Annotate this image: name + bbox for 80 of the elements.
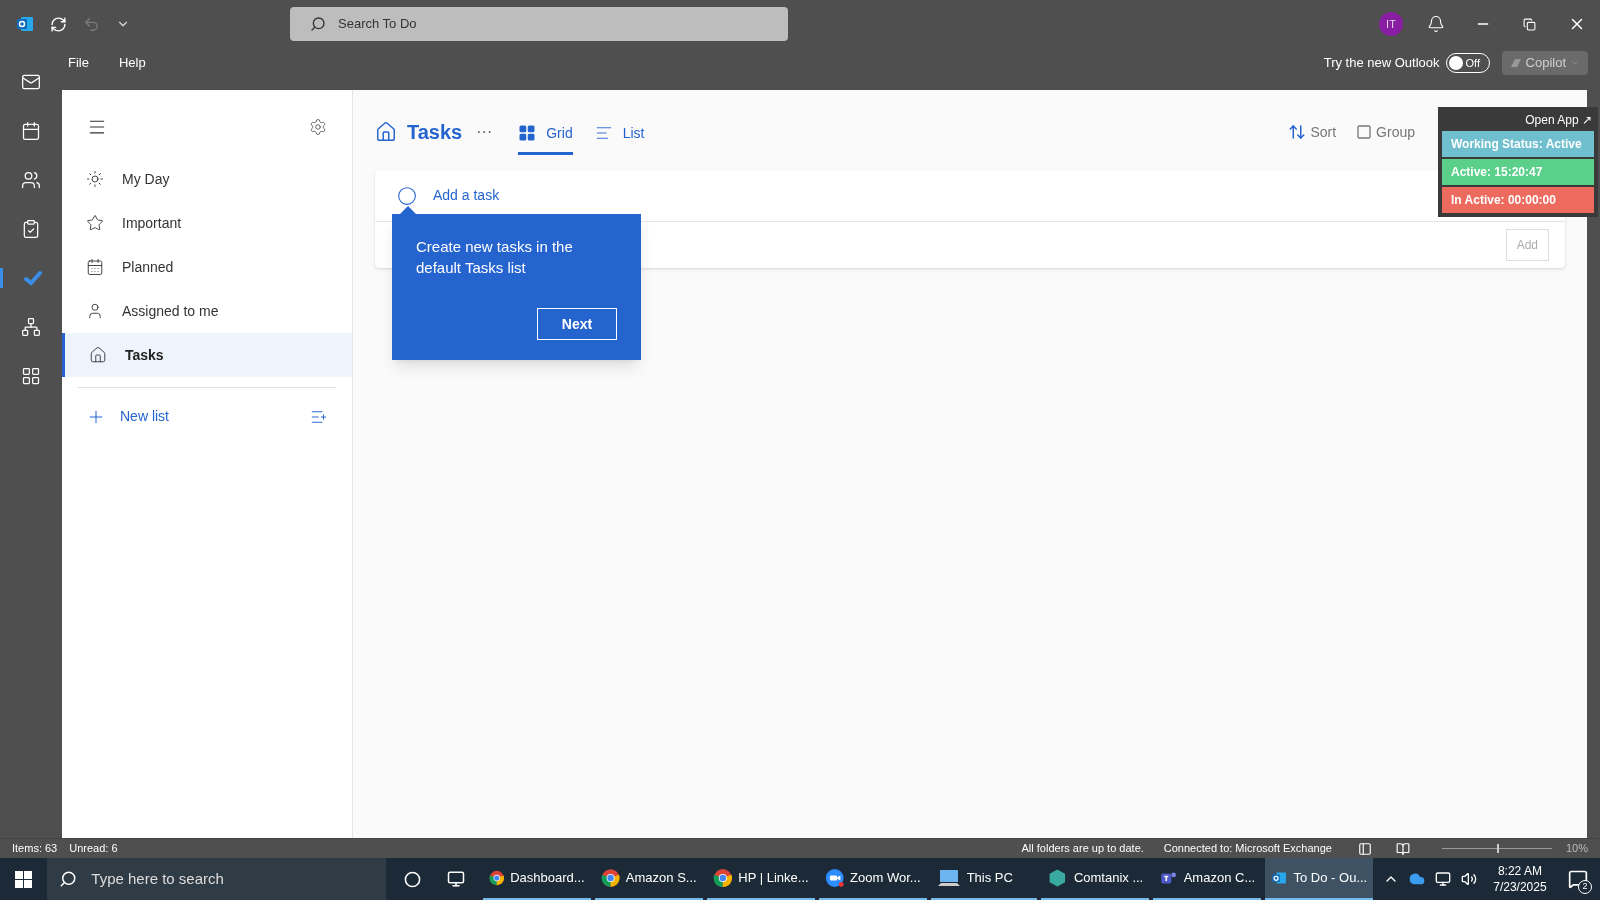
star-icon (86, 214, 104, 232)
calendar-icon (21, 121, 41, 141)
task-circle-icon (397, 185, 417, 206)
calendar-icon (86, 258, 104, 276)
taskbar-app[interactable]: HP | Linke... (706, 858, 815, 900)
outlook-icon (16, 15, 34, 33)
taskbar-app[interactable]: Dashboard... (482, 858, 591, 900)
status-row: In Active: 00:00:00 (1442, 187, 1594, 213)
menu-item[interactable]: Help (110, 53, 154, 73)
nav-item[interactable]: Tasks (62, 333, 352, 377)
menu-item[interactable]: File (60, 53, 97, 73)
bell-icon[interactable] (1427, 15, 1445, 33)
people-icon (21, 170, 41, 190)
taskbar-search-field[interactable]: Type here to search (47, 858, 386, 900)
status-row: Active: 15:20:47 (1442, 159, 1594, 185)
home-icon (89, 346, 107, 364)
group-button[interactable]: Group (1356, 121, 1415, 143)
clock-time: 8:22 AM (1497, 863, 1542, 879)
windows-icon[interactable] (15, 870, 33, 888)
cloud-icon[interactable] (1409, 871, 1426, 887)
add-task-field[interactable]: Add a task (433, 185, 500, 206)
status-row: Working Status: Active (1442, 131, 1594, 157)
view-tab[interactable]: Grid (518, 114, 573, 155)
next-button[interactable]: Next (537, 308, 617, 340)
nav-item[interactable]: Planned (62, 245, 352, 289)
restore-icon[interactable] (1523, 17, 1536, 31)
list-title: Tasks (407, 120, 463, 145)
new-list-button[interactable]: New list (86, 406, 310, 427)
open-app-link[interactable]: Open App ↗ (1523, 111, 1594, 129)
sun-icon (86, 170, 104, 188)
unread-count: Unread: 6 (69, 841, 118, 857)
taskbar-app[interactable]: Amazon S... (594, 858, 703, 900)
clock-date: 7/23/2025 (1493, 879, 1547, 895)
items-count: Items: 63 (12, 841, 58, 857)
sort-icon (1288, 123, 1307, 141)
chrome-icon (600, 866, 620, 890)
connection-status: Connected to: Microsoft Exchange (1163, 841, 1332, 857)
zoom-percent: 10% (1565, 841, 1588, 857)
notification-count: 2 (1578, 880, 1592, 894)
copilot-icon (1509, 58, 1522, 68)
taskbar-app[interactable]: Zoom Wor... (818, 858, 927, 900)
settings-icon[interactable] (309, 118, 327, 136)
person-icon (86, 302, 104, 320)
new-outlook-label: Try the new Outlook (1323, 54, 1440, 73)
chrome-icon (712, 866, 733, 890)
grid-icon (518, 124, 537, 142)
nav-item[interactable]: Assigned to me (62, 289, 352, 333)
view-tab[interactable]: List (594, 114, 645, 155)
zoom-thumb[interactable] (1496, 844, 1499, 853)
copilot-button[interactable]: Copilot (1501, 51, 1588, 75)
home-icon (375, 121, 397, 143)
mail-icon (21, 72, 41, 92)
grid-icon (21, 366, 41, 386)
task-view-icon[interactable] (446, 870, 465, 888)
notifications-button[interactable]: 2 (1556, 858, 1600, 900)
caret-icon (1570, 58, 1580, 68)
clipboard-icon (21, 219, 41, 239)
sync-status: All folders are up to date. (1021, 841, 1144, 857)
volume-icon[interactable] (1461, 871, 1478, 887)
reading-view-icon[interactable] (1395, 841, 1410, 856)
normal-view-icon[interactable] (1357, 841, 1372, 856)
zoom-icon (824, 866, 845, 890)
taskbar-app[interactable]: Comtanix ... (1041, 858, 1150, 900)
search-icon (310, 16, 326, 32)
search-field[interactable]: Search To Do (290, 7, 788, 41)
avatar[interactable]: IT (1379, 12, 1403, 36)
taskbar-app[interactable]: This PC (930, 858, 1038, 900)
sort-button[interactable]: Sort (1288, 121, 1337, 143)
cortana-icon[interactable] (403, 870, 421, 888)
coachmark-text: Create new tasks in the default Tasks list (416, 237, 574, 278)
checkmark-icon (22, 268, 43, 288)
taskbar-app[interactable]: To Do - Ou... (1265, 858, 1374, 900)
more-button[interactable]: ··· (476, 120, 493, 144)
list-icon (594, 124, 613, 142)
nav-item[interactable]: Important (62, 201, 352, 245)
refresh-icon[interactable] (50, 15, 67, 33)
taskbar-app[interactable]: Amazon C... (1153, 858, 1262, 900)
nav-item[interactable]: My Day (62, 157, 352, 201)
search-icon (59, 870, 78, 888)
group-icon (1356, 124, 1373, 140)
